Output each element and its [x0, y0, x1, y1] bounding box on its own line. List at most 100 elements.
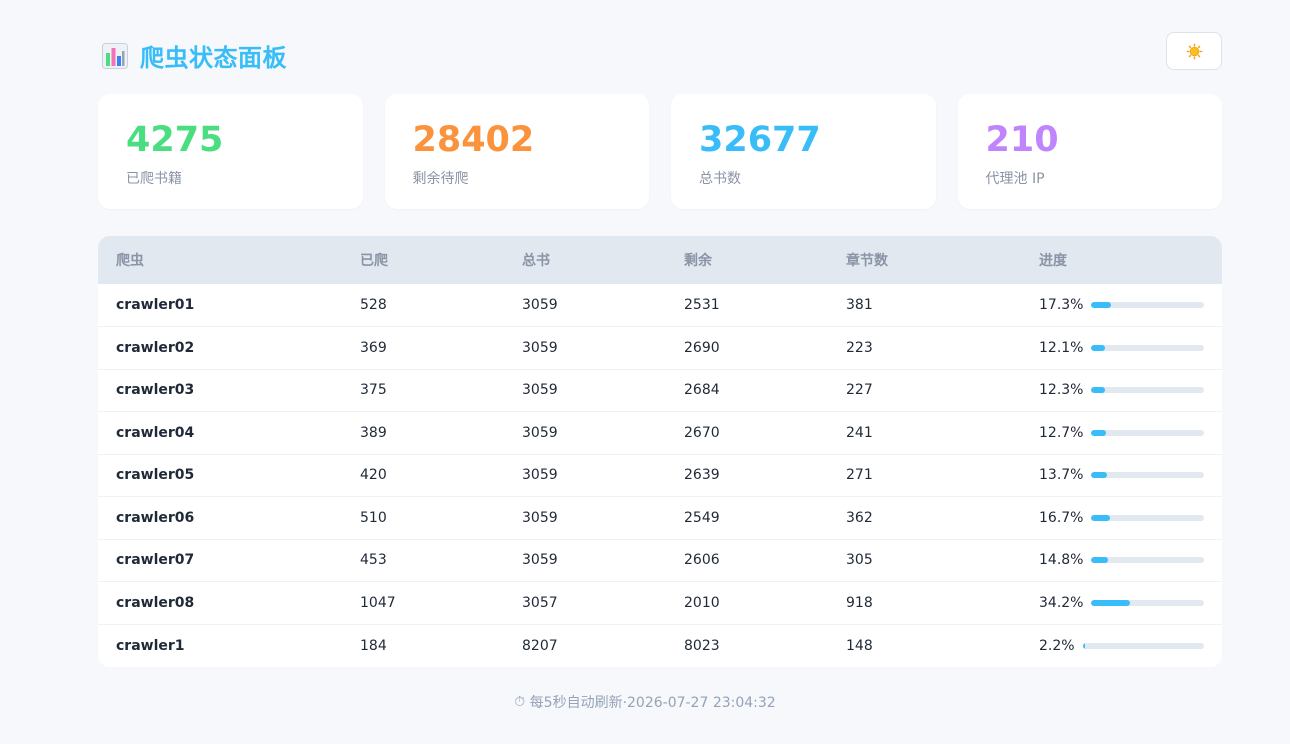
stopwatch-icon: ⏱ [514, 694, 526, 710]
remaining-cell: 2670 [666, 411, 828, 454]
column-header-total[interactable]: 总书 [504, 236, 666, 284]
page-title: 爬虫状态面板 [140, 44, 287, 72]
refresh-status-text: 每5秒自动刷新·2026-07-27 23:04:32 [529, 695, 776, 711]
progress-bar-fill [1091, 472, 1107, 479]
remaining-cell: 2690 [666, 326, 828, 369]
stat-value: 4275 [126, 120, 224, 160]
progress-percent: 34.2% [1039, 594, 1084, 611]
table-row[interactable]: crawler05 420 3059 2639 271 13.7% [98, 453, 1222, 497]
stat-card-remaining: 28402 剩余待爬 [384, 94, 649, 209]
stat-label: 总书数 [699, 171, 741, 187]
table-body: crawler01 528 3059 2531 381 17.3% crawler02 369… [98, 284, 1222, 667]
progress-group: 12.1% [1039, 340, 1222, 356]
stats-cards: 4275 已爬书籍 28402 剩余待爬 32677 总书数 210 代理池 I… [98, 94, 1222, 209]
stat-value: 210 [985, 120, 1059, 160]
progress-cell: 14.8% [1021, 538, 1222, 582]
progress-percent: 12.3% [1039, 382, 1084, 399]
table-header-row: 爬虫 已爬 总书 剩余 章节数 进度 [98, 236, 1222, 284]
total-cell: 3059 [504, 538, 666, 582]
theme-toggle-button[interactable] [1166, 32, 1222, 70]
progress-cell: 34.2% [1021, 581, 1222, 624]
column-header-crawled[interactable]: 已爬 [342, 236, 504, 284]
progress-group: 17.3% [1039, 297, 1222, 313]
column-header-remaining[interactable]: 剩余 [666, 236, 828, 284]
progress-group: 34.2% [1039, 595, 1222, 611]
table-row[interactable]: crawler1 184 8207 8023 148 2.2% [98, 623, 1222, 667]
chapters-cell: 305 [828, 538, 1021, 582]
progress-bar [1091, 302, 1204, 308]
total-cell: 8207 [504, 623, 666, 667]
total-cell: 3059 [504, 368, 666, 412]
progress-cell: 13.7% [1021, 453, 1222, 497]
remaining-cell: 2684 [666, 368, 828, 412]
total-cell: 3059 [522, 297, 558, 313]
progress-percent: 12.1% [1039, 339, 1084, 356]
progress-percent: 16.7% [1039, 509, 1084, 526]
progress-bar-fill [1082, 642, 1086, 649]
column-header-progress[interactable]: 进度 [1021, 236, 1222, 284]
stat-card-proxy: 210 代理池 IP [957, 94, 1222, 209]
progress-cell: 2.2% [1021, 623, 1222, 667]
progress-percent: 13.7% [1039, 467, 1084, 484]
crawled-cell: 389 [342, 411, 504, 454]
chapters-cell: 227 [828, 368, 1021, 412]
total-cell: 3059 [504, 453, 666, 497]
progress-bar [1091, 514, 1204, 521]
chapters-cell: 241 [828, 411, 1021, 454]
crawler-name-cell: crawler05 [98, 453, 342, 497]
stat-label: 代理池 IP [985, 171, 1045, 187]
progress-percent: 12.7% [1039, 424, 1084, 441]
progress-bar [1091, 344, 1204, 351]
crawled-cell: 369 [342, 326, 504, 369]
crawler-name-cell: crawler02 [98, 326, 342, 369]
table-row[interactable]: crawler03 375 3059 2684 227 12.3% [98, 368, 1222, 412]
progress-bar-fill [1091, 302, 1111, 308]
crawler-name-cell: crawler06 [98, 496, 342, 539]
crawler-name-cell: crawler1 [98, 623, 342, 667]
progress-group: 2.2% [1039, 638, 1222, 654]
progress-group: 12.7% [1039, 425, 1222, 441]
progress-cell: 12.1% [1021, 326, 1222, 369]
progress-cell: 12.3% [1021, 368, 1222, 412]
chapters-cell: 148 [828, 623, 1021, 667]
stat-value: 28402 [412, 120, 535, 160]
progress-percent: 17.3% [1039, 297, 1084, 313]
crawled-cell: 375 [342, 368, 504, 412]
progress-bar-fill [1091, 514, 1111, 521]
footer-status: ⏱ 每5秒自动刷新·2026-07-27 23:04:32 [0, 692, 1290, 712]
progress-group: 14.8% [1039, 552, 1222, 568]
crawled-cell: 453 [342, 538, 504, 582]
stat-card-total: 32677 总书数 [671, 94, 936, 209]
column-header-crawler[interactable]: 爬虫 [98, 236, 342, 284]
column-header-chapters[interactable]: 章节数 [828, 236, 1021, 284]
chapters-cell: 381 [846, 297, 873, 313]
bar-chart-icon [102, 42, 128, 69]
progress-bar [1082, 642, 1204, 649]
chapters-cell: 918 [828, 581, 1021, 624]
crawled-cell: 184 [342, 623, 504, 667]
table-row[interactable]: crawler06 510 3059 2549 362 16.7% [98, 496, 1222, 539]
progress-bar [1091, 429, 1204, 436]
chapters-cell: 223 [828, 326, 1021, 369]
dashboard-page: 爬虫状态面板 4275 已爬书籍 28402 剩余待爬 32677 总书数 21… [0, 0, 1290, 744]
total-cell: 3059 [504, 496, 666, 539]
table-row[interactable]: crawler08 1047 3057 2010 918 34.2% [98, 581, 1222, 624]
progress-percent: 2.2% [1039, 637, 1075, 654]
progress-group: 12.3% [1039, 382, 1222, 398]
progress-bar [1091, 387, 1204, 394]
table-row[interactable]: crawler02 369 3059 2690 223 12.1% [98, 326, 1222, 369]
table-row[interactable]: crawler01 528 3059 2531 381 17.3% [98, 284, 1222, 327]
title-group: 爬虫状态面板 [102, 38, 287, 73]
progress-bar-fill [1091, 387, 1106, 394]
crawled-cell: 510 [342, 496, 504, 539]
table-row[interactable]: crawler04 389 3059 2670 241 12.7% [98, 411, 1222, 454]
table-row[interactable]: crawler07 453 3059 2606 305 14.8% [98, 538, 1222, 582]
crawler-name-cell: crawler07 [98, 538, 342, 582]
remaining-cell: 8023 [666, 623, 828, 667]
remaining-cell: 2010 [666, 581, 828, 624]
total-cell: 3059 [504, 411, 666, 454]
crawler-name-cell: crawler03 [98, 368, 342, 412]
crawler-table: 爬虫 已爬 总书 剩余 章节数 进度 crawler01 528 3059 2531 3… [98, 236, 1222, 667]
crawler-name-cell: crawler04 [98, 411, 342, 454]
remaining-cell: 2639 [666, 453, 828, 497]
